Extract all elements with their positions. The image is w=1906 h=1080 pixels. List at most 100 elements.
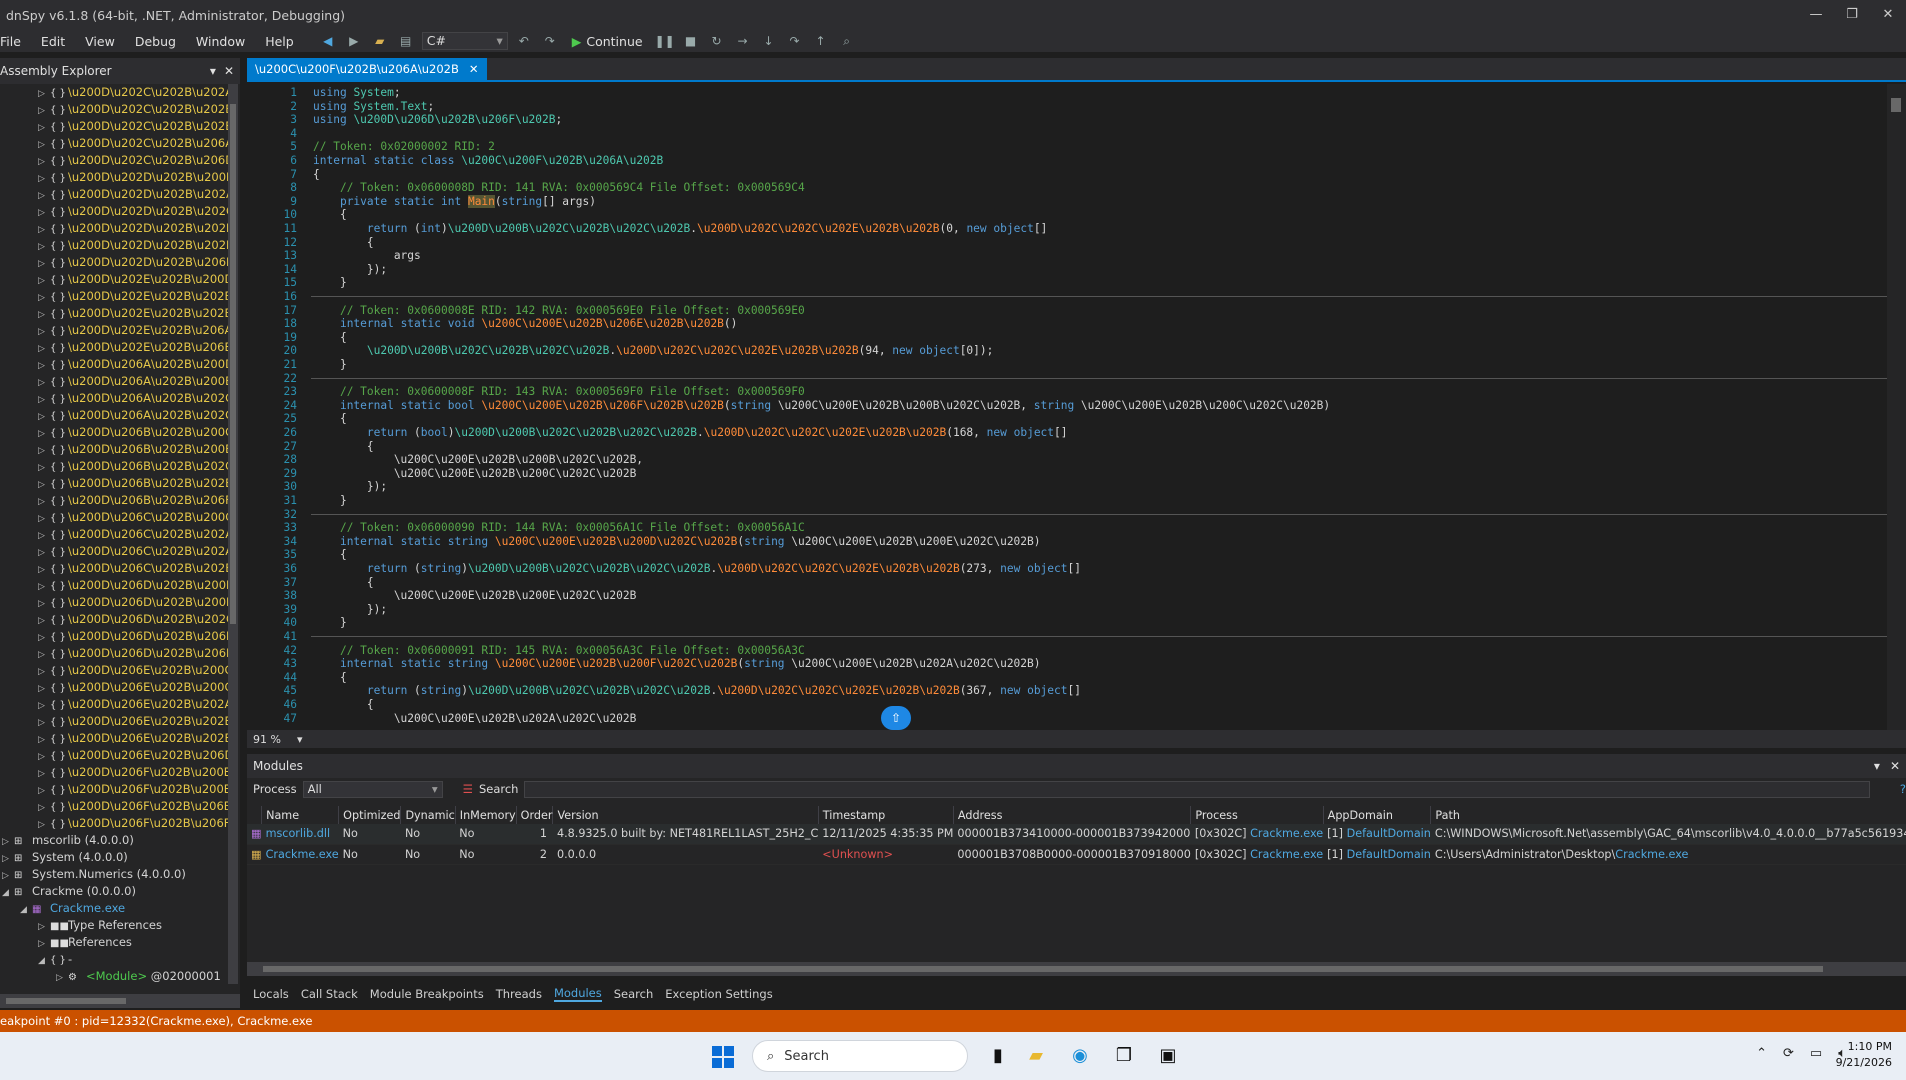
column-header-timestamp[interactable]: Timestamp bbox=[818, 806, 954, 824]
expanded-arrow-icon[interactable]: ◢ bbox=[2, 885, 14, 902]
code-line[interactable]: internal static string \u200C\u200E\u202… bbox=[313, 535, 1041, 548]
tab-exception-settings[interactable]: Exception Settings bbox=[665, 987, 772, 1001]
chevron-down-icon[interactable]: ▾ bbox=[297, 733, 303, 746]
code-line[interactable]: return (int)\u200D\u200B\u202C\u202B\u20… bbox=[313, 222, 1047, 235]
code-line[interactable]: // Token: 0x02000002 RID: 2 bbox=[313, 140, 495, 153]
tree-item[interactable]: ▷{ } \u200D\u206D\u202B\u206B\ bbox=[0, 628, 228, 645]
process-name[interactable]: Crackme.exe bbox=[1250, 848, 1323, 861]
tree-item[interactable]: ▷{ } \u200D\u202C\u202B\u206A\ bbox=[0, 135, 228, 152]
scrollbar-thumb[interactable] bbox=[1891, 98, 1901, 112]
tree-item[interactable]: ▷{ } \u200D\u206D\u202B\u200E\ bbox=[0, 577, 228, 594]
tree-item[interactable]: ▷{ } \u200D\u206C\u202B\u202A\ bbox=[0, 543, 228, 560]
code-line[interactable]: using System.Text; bbox=[313, 100, 434, 113]
tree-item[interactable]: ▷{ } \u200D\u202C\u202B\u202B\ bbox=[0, 101, 228, 118]
menu-window[interactable]: Window bbox=[186, 34, 255, 49]
tree-item[interactable]: ▷ ⊞ System (4.0.0.0) bbox=[0, 849, 228, 866]
tree-horizontal-scrollbar[interactable] bbox=[0, 994, 240, 1008]
process-name[interactable]: Crackme.exe bbox=[1250, 827, 1323, 840]
code-line[interactable]: using System; bbox=[313, 86, 401, 99]
code-line[interactable]: { bbox=[313, 440, 374, 453]
tree-item[interactable]: ▷{ } \u200D\u202E\u202B\u202B\ bbox=[0, 305, 228, 322]
tree-item[interactable]: ▷{ } \u200D\u202C\u202B\u202A\ bbox=[0, 84, 228, 101]
scrollbar-thumb[interactable] bbox=[263, 966, 1823, 972]
tree-item[interactable]: ▷{ } \u200D\u206B\u202B\u200C\ bbox=[0, 424, 228, 441]
close-icon[interactable]: ✕ bbox=[469, 58, 479, 80]
chevron-down-icon[interactable]: ▾ bbox=[1874, 759, 1880, 773]
close-icon[interactable]: ✕ bbox=[1890, 759, 1900, 773]
code-line[interactable]: { bbox=[313, 671, 347, 684]
tree-item[interactable]: ▷{ } \u200D\u206F\u202B\u200E\ bbox=[0, 764, 228, 781]
tree-item[interactable]: ◢ ⊞ Crackme (0.0.0.0) bbox=[0, 883, 228, 900]
modules-horizontal-scrollbar[interactable] bbox=[247, 962, 1906, 976]
tree-item[interactable]: ▷{ } \u200D\u206A\u202B\u200D\ bbox=[0, 356, 228, 373]
menu-edit[interactable]: Edit bbox=[31, 34, 75, 49]
taskbar-search[interactable]: ⌕ Search bbox=[752, 1040, 968, 1072]
tree-item[interactable]: ▷{ } \u200D\u206F\u202B\u200E\ bbox=[0, 781, 228, 798]
sync-icon[interactable]: ⟳ bbox=[1783, 1046, 1794, 1061]
column-header-version[interactable]: Version bbox=[552, 806, 819, 824]
tab-threads[interactable]: Threads bbox=[496, 987, 542, 1001]
tree-item[interactable]: ▷{ } \u200D\u202D\u202B\u206F\ bbox=[0, 254, 228, 271]
code-line[interactable]: { bbox=[313, 698, 374, 711]
continue-button[interactable]: ▶ Continue bbox=[572, 34, 643, 49]
code-line[interactable]: \u200C\u200E\u202B\u202A\u202C\u202B bbox=[313, 712, 637, 725]
code-line[interactable]: internal static class \u200C\u200F\u202B… bbox=[313, 154, 663, 167]
tree-item[interactable]: ▷{ } \u200D\u206C\u202B\u202A\ bbox=[0, 526, 228, 543]
tab-decompiled-class[interactable]: \u200C\u200F\u202B\u206A\u202B ✕ bbox=[247, 58, 487, 80]
tree-item[interactable]: ▷{ } \u200D\u206E\u202B\u200C\ bbox=[0, 662, 228, 679]
tree-item[interactable]: ▷{ } \u200D\u206B\u202B\u202E\ bbox=[0, 475, 228, 492]
code-line[interactable]: internal static string \u200C\u200E\u202… bbox=[313, 657, 1041, 670]
tree-item[interactable]: ▷{ } \u200D\u206A\u202B\u200E\ bbox=[0, 373, 228, 390]
menu-file[interactable]: File bbox=[0, 34, 31, 49]
help-icon[interactable]: ? bbox=[1900, 782, 1906, 796]
dnspy-app-icon[interactable]: ❐ bbox=[1110, 1042, 1138, 1070]
tree-item[interactable]: ▷{ } \u200D\u206E\u202B\u206D\ bbox=[0, 747, 228, 764]
tree-item[interactable]: ▷{ } \u200D\u206D\u202B\u202C\ bbox=[0, 611, 228, 628]
restart-icon[interactable]: ↻ bbox=[707, 34, 727, 48]
code-line[interactable]: return (string)\u200D\u200B\u202C\u202B\… bbox=[313, 562, 1081, 575]
tab-search[interactable]: Search bbox=[614, 987, 654, 1001]
tab-module-breakpoints[interactable]: Module Breakpoints bbox=[370, 987, 484, 1001]
column-header-order[interactable]: Order bbox=[516, 806, 554, 824]
code-line[interactable]: internal static bool \u200C\u200E\u202B\… bbox=[313, 399, 1330, 412]
tree-item[interactable]: ▷{ } \u200D\u206B\u202B\u202C\ bbox=[0, 458, 228, 475]
tree-item[interactable]: ▷{ } \u200D\u202E\u202B\u206A\ bbox=[0, 322, 228, 339]
network-icon[interactable]: ▭ bbox=[1810, 1046, 1822, 1061]
code-line[interactable]: { bbox=[313, 331, 347, 344]
column-header-address[interactable]: Address bbox=[953, 806, 1192, 824]
tree-item[interactable]: ▷{ } \u200D\u202E\u202B\u202B\ bbox=[0, 288, 228, 305]
step-into-icon[interactable]: ↓ bbox=[759, 34, 779, 48]
tree-item[interactable]: ▷{ } \u200D\u206C\u202B\u200C\ bbox=[0, 509, 228, 526]
search-icon[interactable]: ⌕ bbox=[837, 34, 857, 49]
tree-item[interactable]: ▷ ■■References bbox=[0, 934, 228, 951]
module-name[interactable]: mscorlib.dll bbox=[266, 827, 331, 840]
column-header-path[interactable]: Path bbox=[1430, 806, 1906, 824]
code-line[interactable]: // Token: 0x0600008E RID: 142 RVA: 0x000… bbox=[313, 304, 805, 317]
chevron-down-icon[interactable]: ▾ bbox=[210, 64, 216, 78]
back-icon[interactable]: ◀ bbox=[318, 34, 338, 48]
tree-item[interactable]: ▷{ } \u200D\u206E\u202B\u202E\ bbox=[0, 730, 228, 747]
column-header-optimized[interactable]: Optimized bbox=[338, 806, 402, 824]
code-line[interactable]: }); bbox=[313, 603, 387, 616]
menu-view[interactable]: View bbox=[75, 34, 125, 49]
minimize-icon[interactable]: — bbox=[1798, 0, 1834, 30]
undo-icon[interactable]: ↶ bbox=[514, 34, 534, 48]
tree-item[interactable]: ▷{ } \u200D\u206B\u202B\u200E\ bbox=[0, 441, 228, 458]
column-header-name[interactable]: Name bbox=[261, 806, 340, 824]
close-icon[interactable]: ✕ bbox=[1870, 0, 1906, 30]
tab-modules[interactable]: Modules bbox=[553, 986, 602, 1002]
terminal-icon[interactable]: ▣ bbox=[1154, 1042, 1182, 1070]
assembly-tree[interactable]: ▷{ } \u200D\u202C\u202B\u202A\ ▷{ } \u200D\… bbox=[0, 84, 228, 984]
code-line[interactable]: \u200C\u200E\u202B\u200B\u202C\u202B, bbox=[313, 453, 643, 466]
process-select[interactable]: All bbox=[302, 780, 443, 798]
tab-call-stack[interactable]: Call Stack bbox=[301, 987, 358, 1001]
appdomain-name[interactable]: DefaultDomain bbox=[1347, 848, 1431, 861]
code-line[interactable]: // Token: 0x06000091 RID: 145 RVA: 0x000… bbox=[313, 644, 805, 657]
tree-scrollbar[interactable] bbox=[228, 84, 238, 984]
taskbar-clock[interactable]: 1:10 PM 9/21/2026 bbox=[1836, 1039, 1892, 1071]
tree-item[interactable]: ◢ ▦ Crackme.exe bbox=[0, 900, 228, 917]
code-line[interactable]: { bbox=[313, 548, 347, 561]
tree-item[interactable]: ▷{ } \u200D\u202D\u202B\u202C\ bbox=[0, 203, 228, 220]
expanded-arrow-icon[interactable]: ◢ bbox=[38, 953, 50, 970]
code-line[interactable]: using \u200D\u206D\u202B\u206F\u202B; bbox=[313, 113, 562, 126]
